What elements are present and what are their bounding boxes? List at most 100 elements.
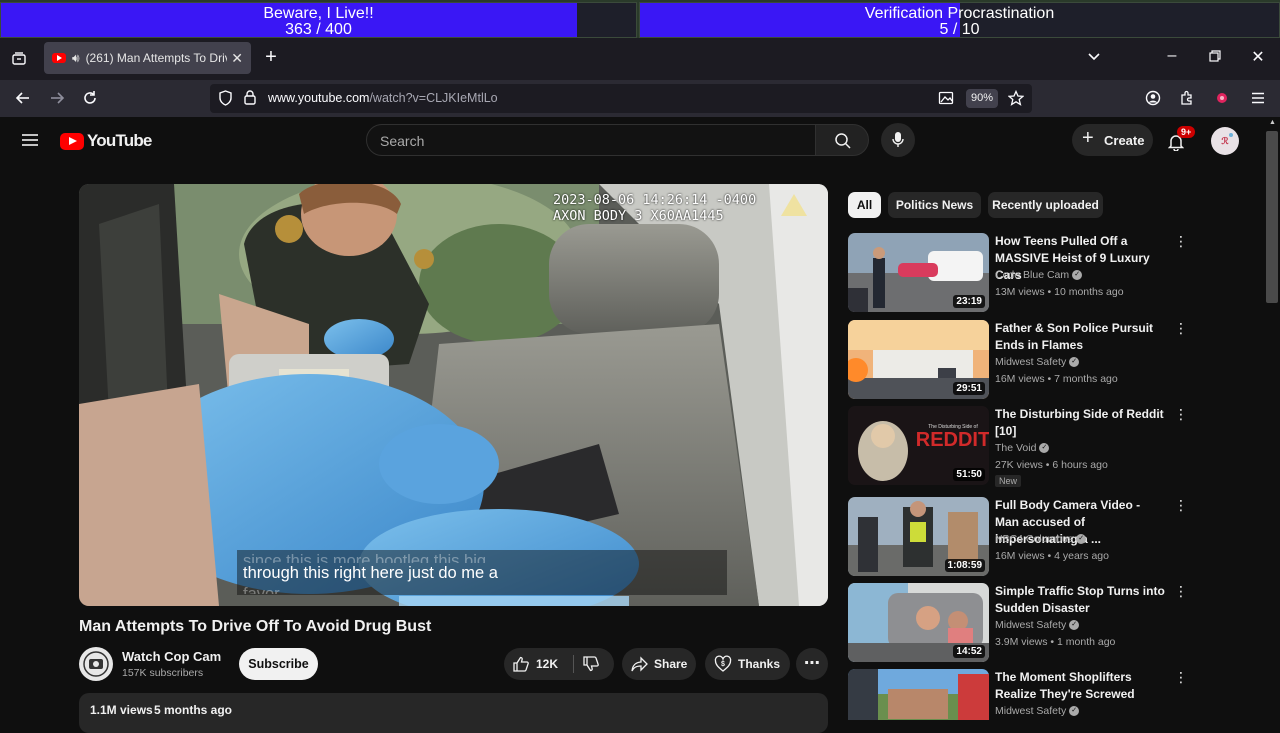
account-icon[interactable] [1144,90,1162,110]
microphone-icon [892,132,904,147]
audio-playing-icon[interactable]: 🔊︎ [72,51,80,66]
goal-bar-1-title: Beware, I Live!! [263,5,374,22]
url-bar[interactable]: www.youtube.com/watch?v=CLJKIeMtlLo 90% [210,84,1032,113]
bodycam-timestamp-overlay: 2023-08-06 14:26:14 -0400 AXON BODY 3 X6… [553,192,756,224]
url-text[interactable]: www.youtube.com/watch?v=CLJKIeMtlLo [268,91,498,105]
video-title[interactable]: The Disturbing Side of Reddit [10] [995,406,1165,440]
video-title[interactable]: Simple Traffic Stop Turns into Sudden Di… [995,583,1165,617]
more-vertical-icon[interactable]: ⋮ [1174,498,1188,512]
channel-name[interactable]: The Void ✓ [995,442,1050,454]
channel-name[interactable]: Code Blue Cam ✓ [995,269,1083,281]
verified-check-icon: ✓ [1069,620,1080,631]
youtube-favicon-icon [52,53,66,63]
tab-overview-icon[interactable] [10,51,28,71]
guide-menu-icon[interactable] [21,132,39,152]
dislike-button[interactable] [574,648,614,680]
subscribe-button[interactable]: Subscribe [239,648,318,680]
picture-blocked-icon[interactable] [937,90,955,110]
new-tab-icon[interactable]: + [262,47,280,67]
list-tabs-chevron-icon[interactable] [1086,50,1102,68]
tab-youtube[interactable]: 🔊︎ (261) Man Attempts To Driv ✕ [44,42,251,74]
thumbnail-subtitle: The Disturbing Side of [928,424,978,430]
recommended-video[interactable]: The Moment Shoplifters Realize They're S… [848,669,1188,720]
voice-search-button[interactable] [881,123,915,157]
recommended-video[interactable]: 14:52 Simple Traffic Stop Turns into Sud… [848,583,1188,663]
video-meta: 3.9M views • 1 month ago [995,636,1116,648]
user-avatar[interactable]: ℛ [1211,127,1239,155]
forward-arrow-icon[interactable] [48,90,66,110]
video-player[interactable]: 2023-08-06 14:26:14 -0400 AXON BODY 3 X6… [79,184,828,606]
channel-name[interactable]: NBC4 Columbus ✓ [995,533,1087,545]
red-extension-icon[interactable] [1213,90,1231,110]
more-vertical-icon[interactable]: ⋮ [1174,321,1188,335]
minimize-window-icon[interactable]: – [1164,48,1180,64]
search-button[interactable] [815,124,869,156]
chip-recently-uploaded[interactable]: Recently uploaded [988,192,1103,218]
search-icon [835,133,851,149]
reload-icon[interactable] [81,90,99,110]
new-badge: New [995,475,1022,487]
lock-icon[interactable] [243,90,257,109]
video-thumbnail[interactable]: 14:52 [848,583,989,662]
youtube-logo[interactable]: YouTube [60,131,152,151]
verified-check-icon: ✓ [1069,706,1080,717]
search-input[interactable]: Search [366,124,816,156]
recommended-video[interactable]: 1:08:59 Full Body Camera Video - Man acc… [848,497,1188,577]
chip-all[interactable]: All [848,192,881,218]
caption-line-3: favor [243,585,280,594]
tab-strip: 🔊︎ (261) Man Attempts To Driv ✕ + – ✕ [0,38,1280,80]
page-scrollbar[interactable]: ▲ [1266,117,1280,720]
chip-politics-news[interactable]: Politics News [888,192,981,218]
more-vertical-icon[interactable]: ⋮ [1174,234,1188,248]
video-meta: 13M views • 10 months ago [995,286,1124,298]
svg-text:$: $ [721,661,725,668]
more-actions-button[interactable]: ⋯ [796,648,828,680]
notifications-button[interactable]: 9+ [1166,126,1196,152]
share-arrow-icon [631,656,648,672]
create-button[interactable]: + Create [1072,124,1153,156]
back-arrow-icon[interactable] [14,90,32,110]
video-thumbnail[interactable] [848,669,989,720]
video-thumbnail[interactable]: 23:19 [848,233,989,312]
restore-window-icon[interactable] [1207,50,1223,66]
thanks-button[interactable]: $ Thanks [705,648,790,680]
zoom-level[interactable]: 90% [966,89,998,108]
share-label: Share [654,657,688,671]
youtube-play-logo-icon [60,132,84,150]
shield-icon[interactable] [217,90,233,110]
video-title[interactable]: Father & Son Police Pursuit Ends in Flam… [995,320,1165,354]
video-duration: 51:50 [953,468,985,481]
scrollbar-thumb[interactable] [1266,131,1278,303]
description-box[interactable]: 1.1M views 5 months ago [79,693,828,733]
app-menu-hamburger-icon[interactable] [1249,90,1267,110]
bookmark-star-icon[interactable] [1007,89,1025,110]
recommended-video[interactable]: 29:51 Father & Son Police Pursuit Ends i… [848,320,1188,400]
recommended-video[interactable]: REDDIT The Disturbing Side of 51:50 The D… [848,406,1188,501]
share-button[interactable]: Share [622,648,696,680]
more-vertical-icon[interactable]: ⋮ [1174,407,1188,421]
video-thumbnail[interactable]: 1:08:59 [848,497,989,576]
video-title[interactable]: The Moment Shoplifters Realize They're S… [995,669,1165,703]
recommended-video[interactable]: 23:19 How Teens Pulled Off a MASSIVE Hei… [848,233,1188,313]
thanks-label: Thanks [738,657,781,671]
channel-name[interactable]: Midwest Safety ✓ [995,356,1080,368]
bodycam-device-id: AXON BODY 3 X60AA1445 [553,208,724,224]
like-button[interactable]: 12K [504,648,572,680]
more-vertical-icon[interactable]: ⋮ [1174,670,1188,684]
scroll-up-arrow-icon[interactable]: ▲ [1269,119,1276,126]
video-thumbnail[interactable]: 29:51 [848,320,989,399]
channel-name[interactable]: Midwest Safety ✓ [995,705,1080,717]
verified-check-icon: ✓ [1039,443,1050,454]
subscriber-count: 157K subscribers [122,667,204,679]
tab-close-icon[interactable]: ✕ [231,50,243,67]
svg-text:ℛ: ℛ [1221,136,1229,146]
channel-avatar[interactable] [79,647,113,681]
video-thumbnail[interactable]: REDDIT The Disturbing Side of 51:50 [848,406,989,485]
goal-bar-1-progress: 363 / 400 [285,21,352,38]
extensions-puzzle-icon[interactable] [1178,90,1196,110]
channel-name[interactable]: Watch Cop Cam [122,649,221,664]
more-vertical-icon[interactable]: ⋮ [1174,584,1188,598]
channel-name[interactable]: Midwest Safety ✓ [995,619,1080,631]
close-window-icon[interactable]: ✕ [1250,50,1266,66]
verified-check-icon: ✓ [1072,270,1083,281]
